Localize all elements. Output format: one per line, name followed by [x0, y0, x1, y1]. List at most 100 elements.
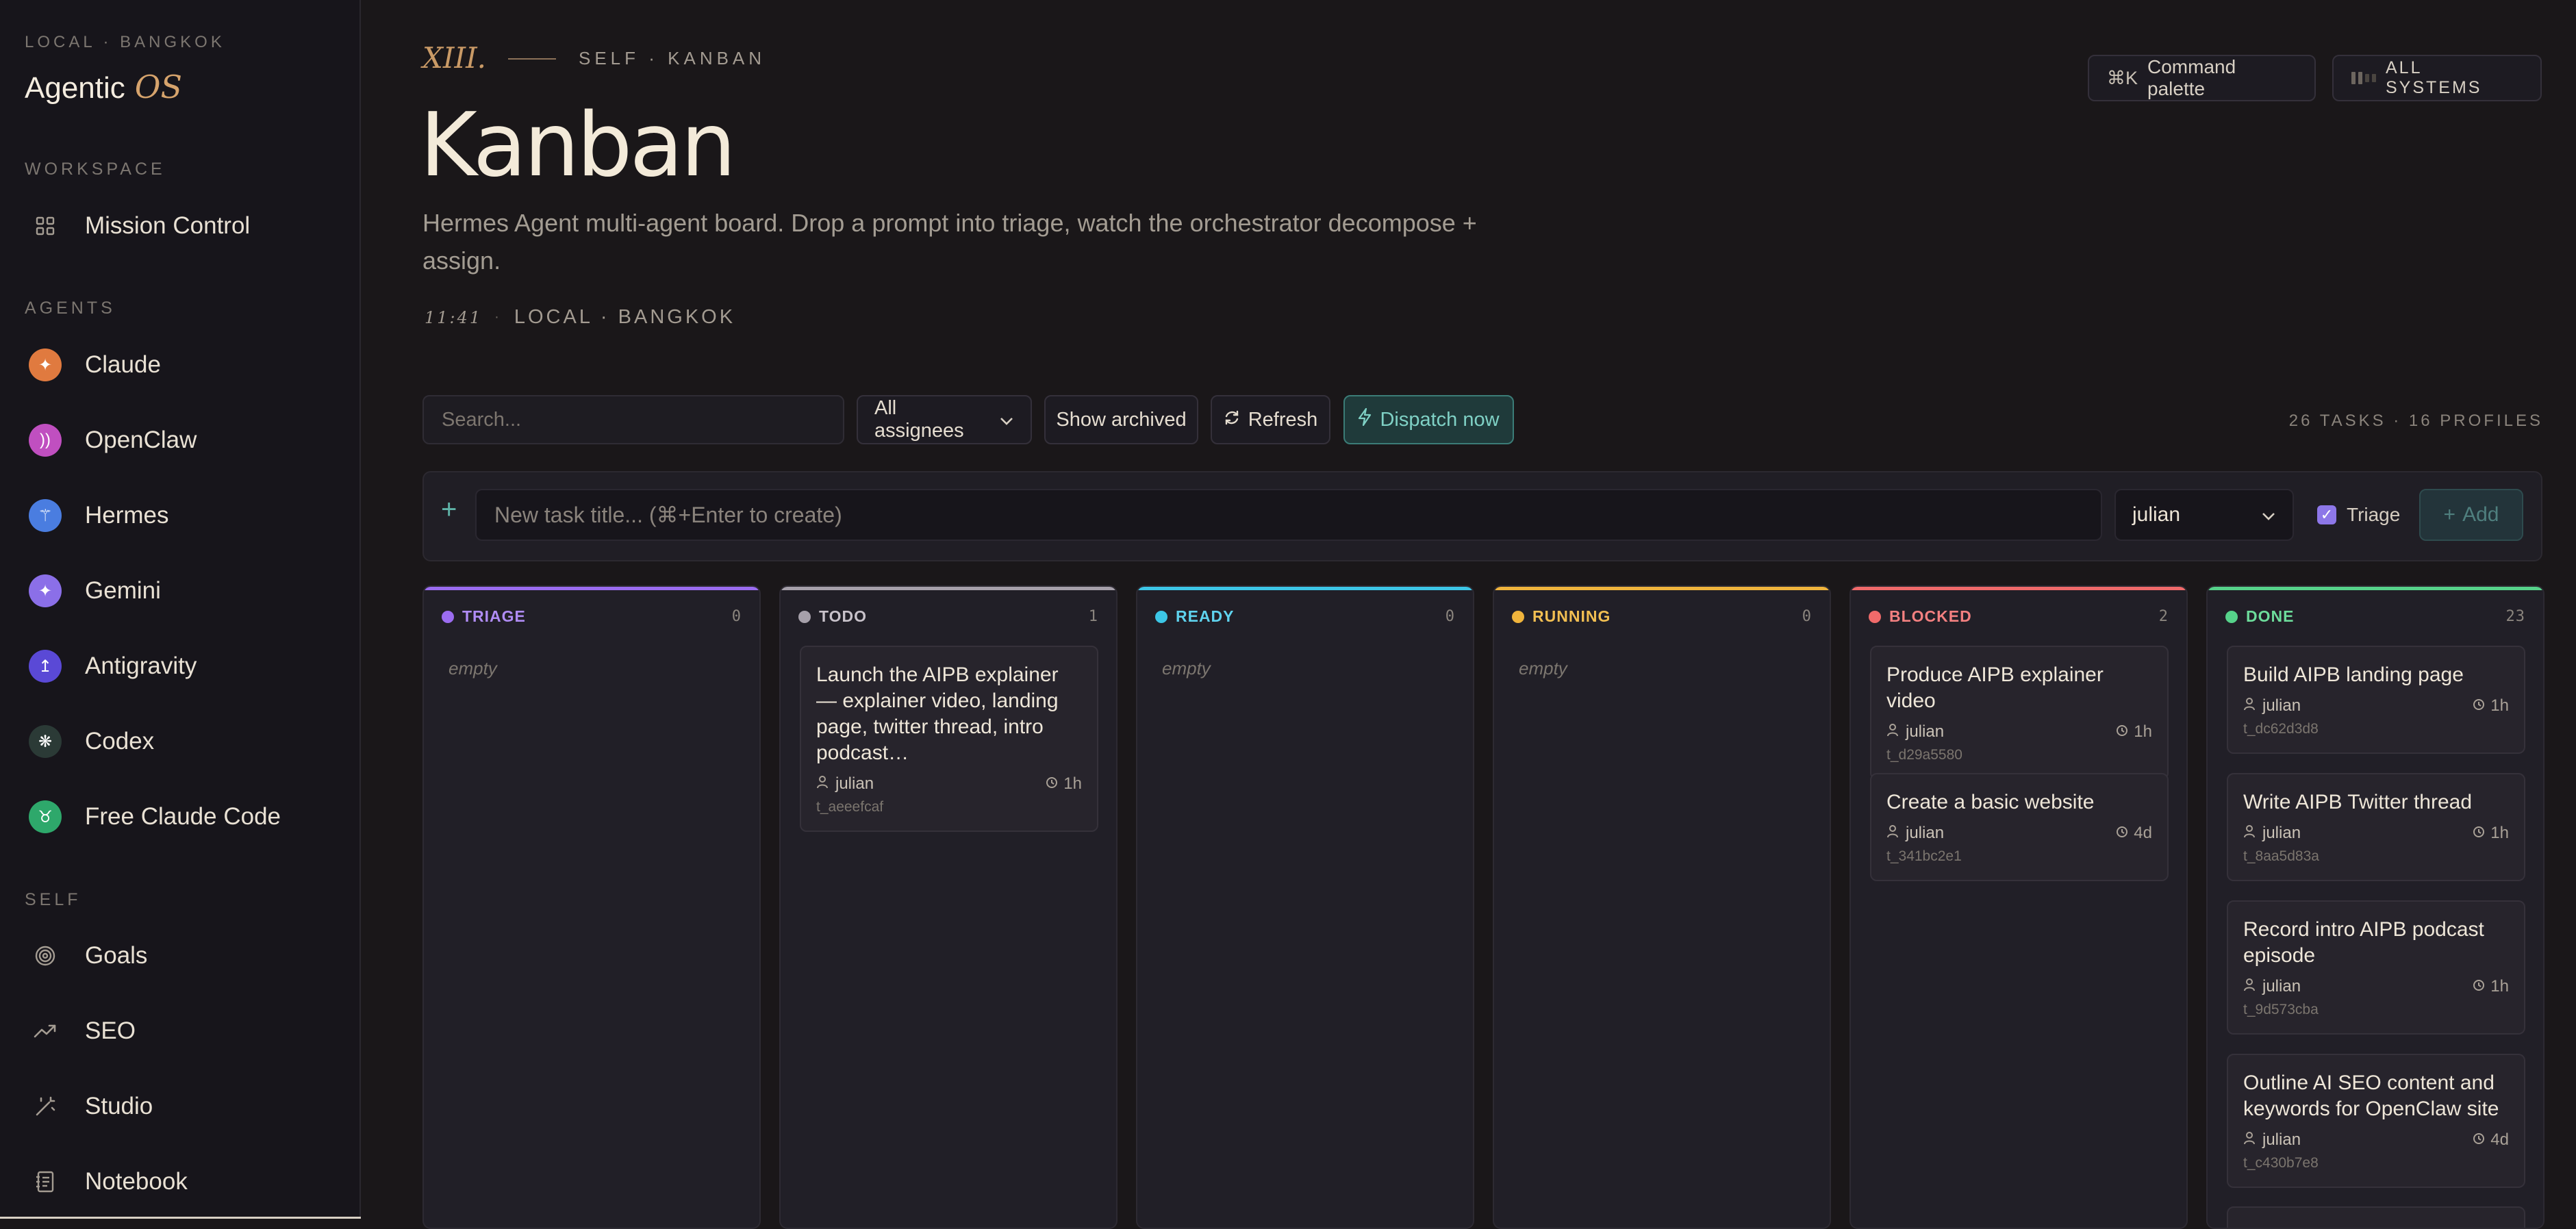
sidebar-item-antigravity[interactable]: ↥ Antigravity [29, 646, 197, 687]
sidebar-item-free-claude-code[interactable]: ♉ Free Claude Code [29, 796, 281, 837]
gemini-icon: ✦ [29, 574, 62, 607]
column-count: 23 [2505, 608, 2525, 625]
column-count: 1 [1088, 608, 1098, 625]
task-card[interactable]: Produce AIPB explainer video julian 1h t… [1870, 646, 2169, 780]
page-description: Hermes Agent multi-agent board. Drop a p… [422, 209, 1477, 275]
task-meta: julian 1h [2243, 977, 2509, 996]
task-age: 1h [2490, 977, 2509, 996]
task-age: 1h [1063, 774, 1082, 793]
sidebar-item-goals[interactable]: Goals [29, 935, 147, 976]
column-triage: TRIAGE 0 empty [422, 585, 761, 1229]
brand-name: Agentic [25, 71, 125, 105]
clock-separator: · [494, 309, 502, 325]
column-title: DONE [2246, 607, 2295, 625]
sidebar-item-label: Antigravity [85, 652, 197, 679]
task-assignee: julian [2262, 977, 2301, 996]
task-card[interactable]: Launch the AIPB explainer — explainer vi… [800, 646, 1098, 832]
column-header: READY 0 [1155, 607, 1455, 626]
task-meta: julian 1h [2243, 696, 2509, 715]
sidebar-item-codex[interactable]: ❋ Codex [29, 721, 154, 762]
magic-wand-icon [29, 1090, 62, 1123]
sidebar-item-label: OpenClaw [85, 427, 197, 453]
clock-icon [2473, 1130, 2485, 1150]
sidebar-item-label: SEO [85, 1017, 136, 1044]
task-card[interactable]: Record intro AIPB podcast episode julian… [2227, 900, 2525, 1035]
task-age: 4d [2490, 1130, 2509, 1149]
task-card[interactable]: Outline AI SEO content and keywords for … [2227, 1054, 2525, 1188]
sidebar-item-openclaw[interactable]: )) OpenClaw [29, 420, 197, 461]
clock-row: 11:41 · LOCAL · BANGKOK [425, 306, 735, 329]
column-accent [424, 587, 759, 590]
show-archived-button[interactable]: Show archived [1044, 395, 1198, 444]
task-id: t_dc62d3d8 [2243, 721, 2319, 737]
triage-checkbox-label: Triage [2347, 504, 2401, 525]
sidebar-item-claude[interactable]: ✦ Claude [29, 344, 161, 385]
command-palette-label: Command palette [2147, 56, 2236, 99]
task-meta: julian 1h [2243, 824, 2509, 843]
refresh-label: Refresh [1248, 408, 1318, 431]
task-assignee: julian [835, 774, 874, 793]
search-input[interactable] [422, 395, 844, 444]
column-running: RUNNING 0 empty [1493, 585, 1831, 1229]
task-card[interactable] [2227, 1206, 2525, 1228]
clock-icon [2473, 696, 2485, 715]
command-palette-button[interactable]: ⌘K Command palette [2088, 55, 2316, 101]
task-assignee: julian [2262, 824, 2301, 842]
sidebar-item-label: Claude [85, 351, 161, 378]
checkmark-icon: ✓ [2320, 506, 2334, 523]
user-icon [1886, 722, 1899, 742]
task-meta: julian 4d [1886, 824, 2152, 843]
new-task-assignee-select[interactable]: julian [2114, 489, 2294, 541]
task-card[interactable]: Build AIPB landing page julian 1h t_dc62… [2227, 646, 2525, 754]
user-icon [816, 774, 829, 794]
sidebar-item-notebook[interactable]: Notebook [29, 1161, 188, 1202]
add-task-button[interactable]: + Add [2419, 489, 2523, 541]
clock-icon [2473, 824, 2485, 843]
brand-logo[interactable]: Agentic OS [25, 68, 182, 105]
clock-icon [2116, 722, 2128, 742]
task-age: 1h [2490, 696, 2509, 715]
refresh-icon [1224, 409, 1240, 431]
sidebar: LOCAL · BANGKOK Agentic OS WORKSPACE Mis… [0, 0, 361, 1219]
column-title: TODO [819, 607, 868, 625]
clock-icon [2473, 977, 2485, 996]
column-header: RUNNING 0 [1512, 607, 1812, 626]
sidebar-item-seo[interactable]: SEO [29, 1011, 136, 1052]
dispatch-now-button[interactable]: Dispatch now [1343, 395, 1514, 444]
refresh-button[interactable]: Refresh [1211, 395, 1330, 444]
triage-checkbox[interactable]: ✓ [2317, 505, 2336, 524]
task-card[interactable]: Create a basic website julian 4d t_341bc… [1870, 773, 2169, 881]
clock-time: 11:41 [425, 307, 483, 327]
openclaw-icon: )) [29, 424, 62, 457]
column-done: DONE 23 Build AIPB landing page julian 1… [2206, 585, 2545, 1229]
brand-suffix: OS [134, 68, 182, 105]
sidebar-item-hermes[interactable]: ⚚ Hermes [29, 495, 169, 536]
task-age: 1h [2134, 722, 2152, 741]
task-meta: julian 1h [816, 774, 1082, 794]
task-assignee: julian [1906, 722, 1945, 741]
task-title: Launch the AIPB explainer — explainer vi… [816, 663, 1059, 764]
plus-icon: + [441, 494, 457, 524]
assignee-filter-select[interactable]: All assignees [857, 395, 1032, 444]
sidebar-item-studio[interactable]: Studio [29, 1086, 153, 1127]
sidebar-item-gemini[interactable]: ✦ Gemini [29, 570, 161, 611]
sidebar-item-label: Notebook [85, 1168, 188, 1195]
status-dot [1869, 610, 1881, 623]
new-task-title-input[interactable] [475, 489, 2102, 541]
sidebar-item-label: Mission Control [85, 212, 251, 239]
task-assignee: julian [1906, 824, 1945, 842]
sidebar-item-label: Free Claude Code [85, 803, 281, 830]
chevron-down-icon [999, 409, 1014, 431]
sidebar-item-mission-control[interactable]: Mission Control [29, 205, 250, 246]
column-accent [2208, 587, 2543, 590]
clock-icon [1046, 774, 1058, 794]
task-card[interactable]: Write AIPB Twitter thread julian 1h t_8a… [2227, 773, 2525, 881]
command-palette-shortcut: ⌘K [2107, 67, 2138, 88]
breadcrumb: SELF · KANBAN [579, 48, 766, 68]
chevron-down-icon [2261, 503, 2276, 527]
show-archived-label: Show archived [1056, 408, 1187, 431]
column-count: 0 [1802, 608, 1812, 625]
all-systems-button[interactable]: ALL SYSTEMS [2332, 55, 2542, 101]
sidebar-item-label: Codex [85, 728, 155, 755]
column-empty-state: empty [449, 658, 497, 679]
